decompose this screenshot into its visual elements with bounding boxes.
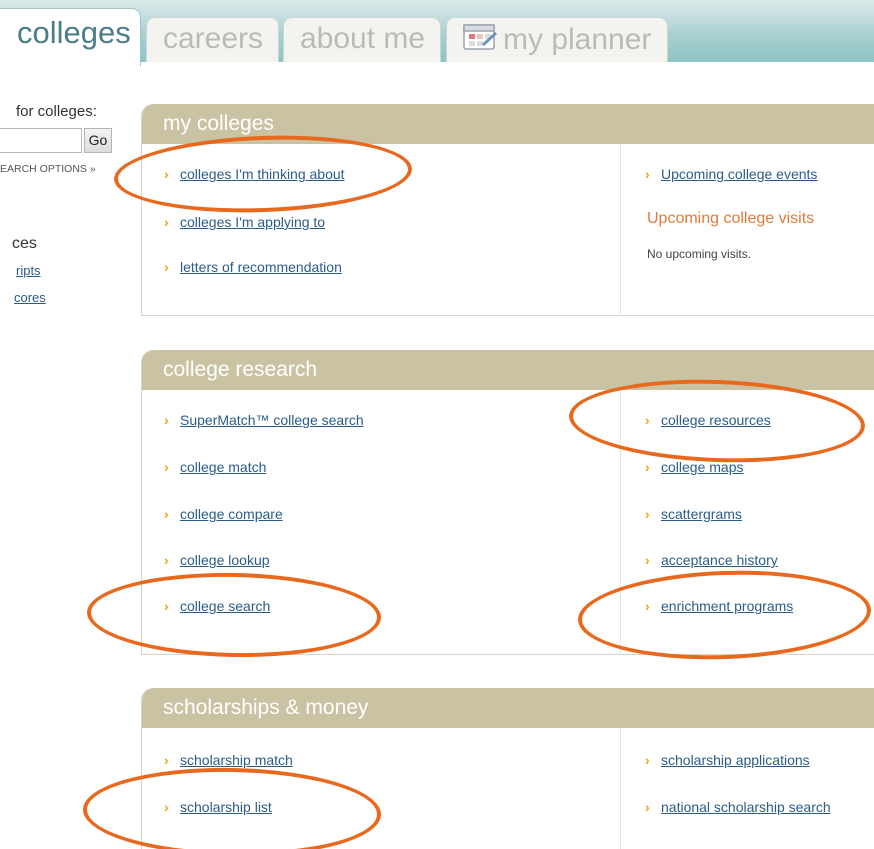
list-item[interactable]: › enrichment programs <box>645 598 793 614</box>
list-item[interactable]: › scattergrams <box>645 506 742 522</box>
list-item[interactable]: › college compare <box>164 506 283 522</box>
my-colleges-title: my colleges <box>142 104 874 144</box>
chevron-right-icon: › <box>164 412 169 428</box>
college-research-panel: college research › SuperMatch™ college se… <box>141 350 874 655</box>
column-divider <box>620 390 621 655</box>
my-colleges-panel: my colleges › colleges I'm thinking about… <box>141 104 874 316</box>
link-enrichment-programs[interactable]: enrichment programs <box>661 598 793 614</box>
chevron-right-icon: › <box>164 752 169 768</box>
sidebar-link-scores[interactable]: cores <box>14 290 46 305</box>
chevron-right-icon: › <box>645 459 650 475</box>
sidebar-link-transcripts[interactable]: ripts <box>16 263 41 278</box>
link-college-compare[interactable]: college compare <box>180 506 283 522</box>
list-item[interactable]: › colleges I'm thinking about <box>164 166 345 182</box>
link-national-scholarship-search[interactable]: national scholarship search <box>661 799 831 815</box>
my-colleges-body: › colleges I'm thinking about › colleges I… <box>142 144 874 316</box>
college-research-title: college research <box>142 350 874 390</box>
chevron-right-icon: › <box>164 799 169 815</box>
link-colleges-applying-to[interactable]: colleges I'm applying to <box>180 214 325 230</box>
chevron-right-icon: › <box>164 598 169 614</box>
scholarships-money-body: › scholarship match › scholarship list › sc… <box>142 728 874 849</box>
column-divider <box>620 728 621 849</box>
list-item[interactable]: › college maps <box>645 459 744 475</box>
chevron-right-icon: › <box>164 506 169 522</box>
link-letters-of-recommendation[interactable]: letters of recommendation <box>180 259 342 275</box>
link-colleges-thinking-about[interactable]: colleges I'm thinking about <box>180 166 345 182</box>
list-item[interactable]: › national scholarship search <box>645 799 831 815</box>
college-research-body: › SuperMatch™ college search › college mat… <box>142 390 874 655</box>
link-upcoming-college-events[interactable]: Upcoming college events <box>661 166 817 182</box>
list-item[interactable]: › college lookup <box>164 552 270 568</box>
list-item[interactable]: › college match <box>164 459 266 475</box>
list-item[interactable]: › letters of recommendation <box>164 259 342 275</box>
column-divider <box>620 144 621 316</box>
list-item[interactable]: › scholarship applications <box>645 752 810 768</box>
upcoming-visits-empty-text: No upcoming visits. <box>647 247 752 261</box>
link-scholarship-applications[interactable]: scholarship applications <box>661 752 810 768</box>
tab-my-planner[interactable]: my planner <box>446 17 668 62</box>
tab-careers[interactable]: careers <box>146 17 279 62</box>
list-item[interactable]: › SuperMatch™ college search <box>164 412 364 428</box>
chevron-right-icon: › <box>645 552 650 568</box>
college-search-go-button[interactable]: Go <box>84 128 112 153</box>
college-search-label: for colleges: <box>16 103 97 120</box>
scholarships-money-panel: scholarships & money › scholarship match … <box>141 688 874 849</box>
chevron-right-icon: › <box>164 259 169 275</box>
link-college-maps[interactable]: college maps <box>661 459 744 475</box>
link-college-search[interactable]: college search <box>180 598 270 614</box>
chevron-right-icon: › <box>645 506 650 522</box>
scholarships-money-title: scholarships & money <box>142 688 874 728</box>
chevron-right-icon: › <box>164 459 169 475</box>
list-item[interactable]: › acceptance history <box>645 552 778 568</box>
tab-about-me-label: about me <box>300 22 426 55</box>
chevron-right-icon: › <box>645 412 650 428</box>
list-item[interactable]: › college resources <box>645 412 771 428</box>
chevron-right-icon: › <box>164 552 169 568</box>
search-options-link[interactable]: EARCH OPTIONS » <box>0 163 96 175</box>
chevron-right-icon: › <box>645 166 650 182</box>
chevron-right-icon: › <box>645 598 650 614</box>
list-item[interactable]: › scholarship list <box>164 799 272 815</box>
resources-heading: ces <box>12 235 37 252</box>
tab-about-me[interactable]: about me <box>283 17 441 62</box>
chevron-right-icon: › <box>164 214 169 230</box>
chevron-right-icon: › <box>164 166 169 182</box>
upcoming-visits-heading: Upcoming college visits <box>647 210 815 227</box>
link-scattergrams[interactable]: scattergrams <box>661 506 742 522</box>
main-tab-bar: colleges careers about me my planner <box>0 0 874 66</box>
link-college-lookup[interactable]: college lookup <box>180 552 270 568</box>
planner-calendar-icon <box>462 22 498 52</box>
tab-my-planner-label: my planner <box>503 23 652 56</box>
list-item[interactable]: › colleges I'm applying to <box>164 214 325 230</box>
link-acceptance-history[interactable]: acceptance history <box>661 552 778 568</box>
tab-colleges-label: colleges <box>17 15 131 50</box>
link-scholarship-list[interactable]: scholarship list <box>180 799 272 815</box>
list-item[interactable]: › college search <box>164 598 270 614</box>
link-supermatch-college-search[interactable]: SuperMatch™ college search <box>180 412 364 428</box>
list-item[interactable]: › Upcoming college events <box>645 166 817 182</box>
tab-careers-label: careers <box>163 22 264 55</box>
list-item[interactable]: › scholarship match <box>164 752 293 768</box>
college-search-input[interactable] <box>0 128 82 153</box>
tab-colleges[interactable]: colleges <box>0 8 141 66</box>
chevron-right-icon: › <box>645 799 650 815</box>
link-scholarship-match[interactable]: scholarship match <box>180 752 293 768</box>
chevron-right-icon: › <box>645 752 650 768</box>
link-college-resources[interactable]: college resources <box>661 412 771 428</box>
link-college-match[interactable]: college match <box>180 459 266 475</box>
